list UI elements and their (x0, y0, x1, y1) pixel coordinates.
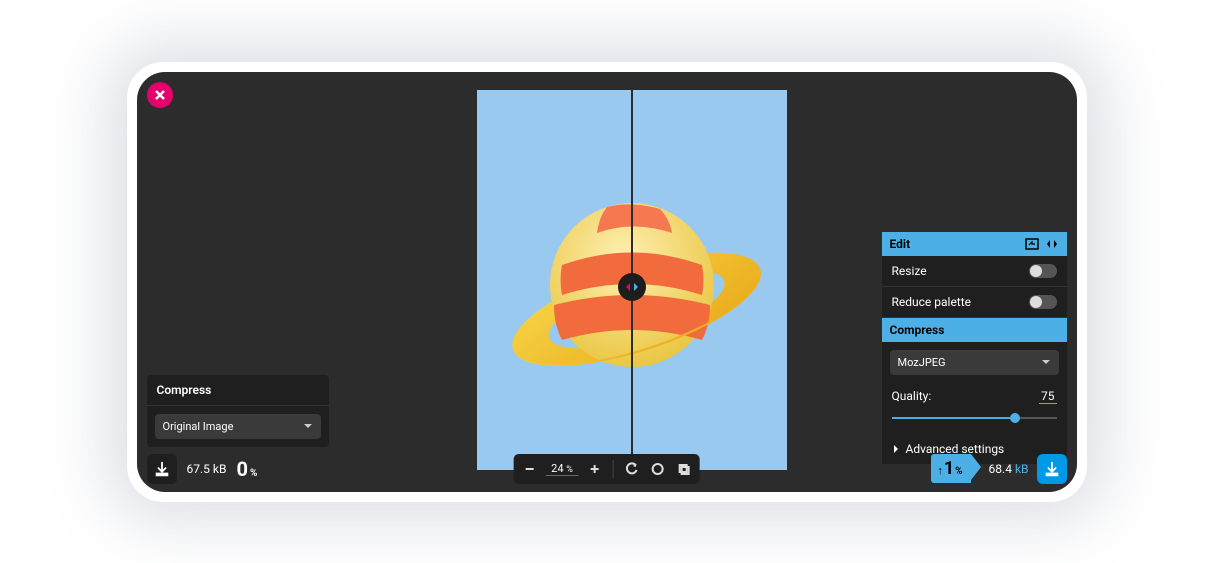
copy-icon (677, 462, 691, 476)
plus-icon (588, 462, 602, 476)
left-panel-header: Compress (147, 375, 329, 406)
transparency-button[interactable] (646, 458, 670, 480)
app-window: Compress Original Image 67.5 kB 0% Edit (137, 72, 1077, 492)
chevron-down-icon (303, 421, 313, 431)
device-frame: Compress Original Image 67.5 kB 0% Edit (127, 62, 1087, 502)
rotate-icon (625, 462, 639, 476)
download-icon (153, 460, 171, 478)
swap-sides-icon[interactable] (1045, 238, 1059, 250)
chevron-down-icon (1041, 357, 1051, 367)
compress-header: Compress (882, 318, 1067, 342)
encoder-value: MozJPEG (898, 356, 946, 369)
palette-row: Reduce palette (882, 287, 1067, 318)
rotate-button[interactable] (620, 458, 644, 480)
image-preview (477, 90, 787, 470)
copy-button[interactable] (672, 458, 696, 480)
close-button[interactable] (147, 82, 173, 108)
quality-row: Quality: 75 (882, 383, 1067, 406)
minus-icon (522, 462, 536, 476)
left-format-value: Original Image (163, 420, 234, 433)
quality-slider[interactable] (892, 412, 1057, 424)
expand-icon[interactable] (1025, 238, 1039, 250)
edit-header: Edit (890, 237, 911, 251)
compare-handle[interactable] (618, 273, 646, 301)
zoom-toolbar: 24 % (513, 454, 700, 484)
left-format-select[interactable]: Original Image (155, 414, 321, 439)
download-original-button[interactable] (147, 454, 177, 484)
zoom-value[interactable]: 24 % (545, 462, 579, 476)
compare-handle-icon (624, 279, 640, 295)
left-percent: 0% (236, 457, 257, 481)
quality-value[interactable]: 75 (1039, 389, 1057, 404)
encoder-select[interactable]: MozJPEG (890, 350, 1059, 375)
circle-icon (651, 462, 665, 476)
left-footer: 67.5 kB 0% (147, 454, 258, 484)
close-icon (154, 89, 166, 101)
size-delta-badge: ↑ 1 % (931, 454, 970, 483)
quality-label: Quality: (892, 389, 932, 404)
right-footer: ↑ 1 % 68.4 kB (931, 454, 1066, 484)
right-filesize: 68.4 kB (989, 462, 1029, 476)
palette-toggle[interactable] (1029, 295, 1057, 309)
download-compressed-button[interactable] (1037, 454, 1067, 484)
right-settings-panel: Edit Resize Reduce palette Compress MozJ… (882, 232, 1067, 464)
left-filesize: 67.5 kB (187, 462, 227, 476)
zoom-in-button[interactable] (583, 458, 607, 480)
resize-label: Resize (892, 264, 927, 278)
left-compress-panel: Compress Original Image (147, 375, 329, 447)
edit-header-bar: Edit (882, 232, 1067, 256)
arrow-up-icon: ↑ (937, 464, 943, 477)
resize-toggle[interactable] (1029, 264, 1057, 278)
zoom-out-button[interactable] (517, 458, 541, 480)
download-icon (1043, 460, 1061, 478)
palette-label: Reduce palette (892, 295, 972, 309)
resize-row: Resize (882, 256, 1067, 287)
chevron-right-icon (892, 445, 900, 453)
slider-thumb[interactable] (1010, 413, 1020, 423)
